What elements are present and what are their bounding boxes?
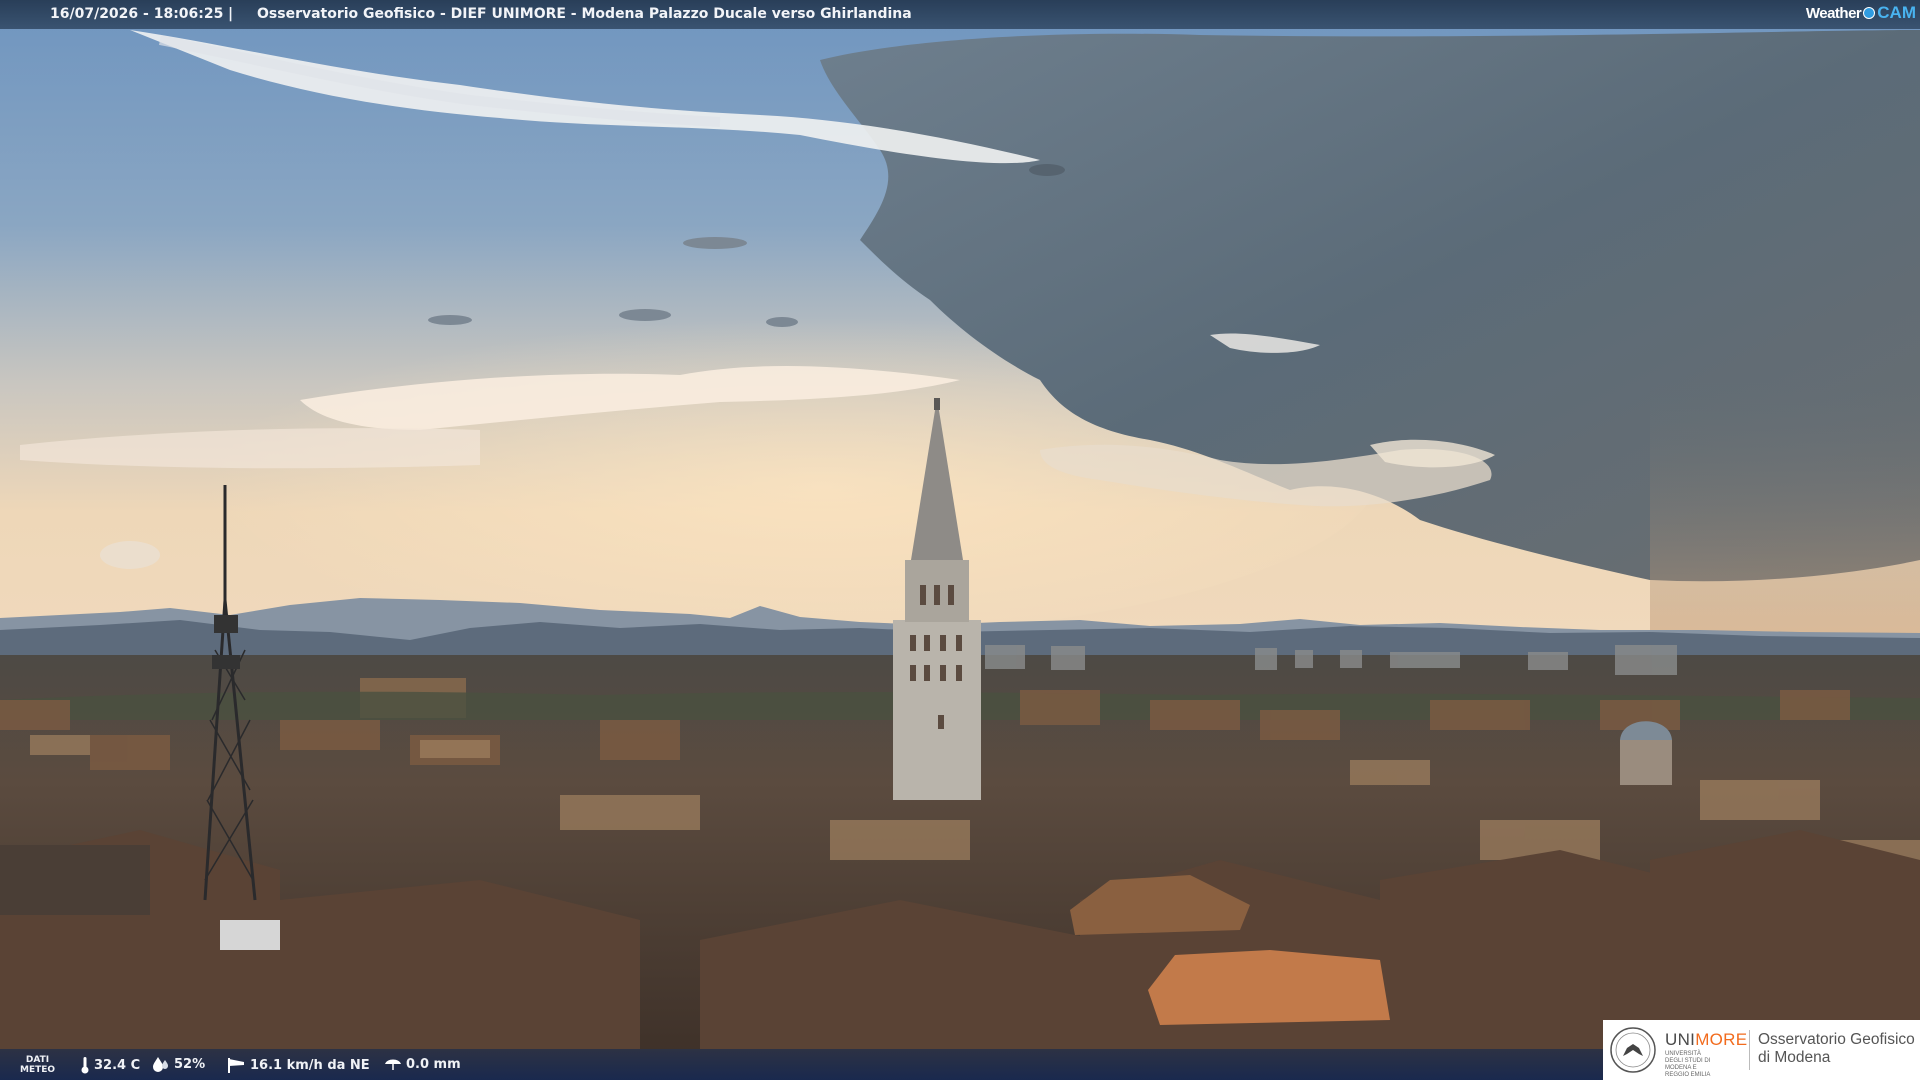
dati-meteo-label: DATI METEO bbox=[20, 1055, 56, 1075]
humidity-stat: 52% bbox=[152, 1056, 205, 1072]
observatory-name: Osservatorio Geofisico di Modena bbox=[1758, 1031, 1915, 1066]
umbrella-icon bbox=[385, 1059, 401, 1070]
unimore-logo: UNIMORE UNIVERSITÀ DEGLI STUDI DI MODENA… bbox=[1603, 1020, 1920, 1080]
weathercam-logo: Weather CAM bbox=[1806, 3, 1916, 23]
temperature-stat: 32.4 C bbox=[80, 1056, 140, 1074]
brand-dot-icon bbox=[1863, 7, 1876, 19]
humidity-drops-icon bbox=[153, 1057, 168, 1072]
wind-value: 16.1 km/h da NE bbox=[250, 1057, 370, 1073]
humidity-value: 52% bbox=[174, 1056, 206, 1072]
temperature-value: 32.4 C bbox=[94, 1057, 141, 1073]
windsock-icon bbox=[228, 1058, 244, 1073]
timestamp: 16/07/2026 - 18:06:25 bbox=[50, 6, 224, 22]
university-seal-icon bbox=[1610, 1027, 1656, 1073]
rain-value: 0.0 mm bbox=[406, 1056, 461, 1072]
webcam-frame: 16/07/2026 - 18:06:25 | Osservatorio Geo… bbox=[0, 0, 1920, 1080]
brand-cam: CAM bbox=[1877, 3, 1916, 22]
rain-stat: 0.0 mm bbox=[384, 1056, 461, 1072]
unimore-wordmark: UNIMORE bbox=[1665, 1030, 1748, 1049]
thermometer-icon bbox=[81, 1057, 89, 1074]
camera-title: Osservatorio Geofisico - DIEF UNIMORE - … bbox=[257, 6, 912, 22]
brand-weather: Weather bbox=[1805, 4, 1862, 22]
unimore-subtitle: UNIVERSITÀ DEGLI STUDI DI MODENA E REGGI… bbox=[1665, 1051, 1711, 1078]
header-bar: 16/07/2026 - 18:06:25 | Osservatorio Geo… bbox=[0, 0, 1920, 29]
header-separator: | bbox=[228, 6, 234, 22]
logo-divider bbox=[1749, 1030, 1750, 1070]
wind-stat: 16.1 km/h da NE bbox=[226, 1056, 370, 1074]
webcam-photo bbox=[0, 0, 1920, 1080]
